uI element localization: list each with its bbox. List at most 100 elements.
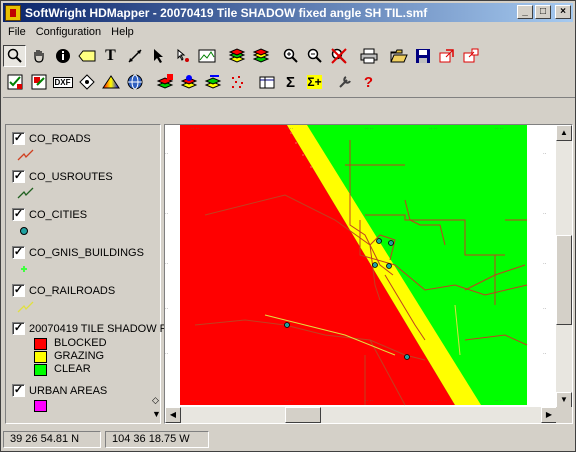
svg-text:··: ·· (543, 211, 547, 217)
sparkle-icon[interactable] (225, 71, 248, 93)
class-label-grazing: GRAZING (54, 350, 105, 362)
layers-icon[interactable] (225, 45, 248, 67)
zoom-cancel-icon[interactable] (327, 45, 350, 67)
horizontal-scroll-thumb[interactable] (285, 407, 321, 423)
swatch-grazing (34, 351, 47, 363)
menu-help[interactable]: Help (106, 26, 139, 38)
sum-plus-icon[interactable]: Σ+ (303, 71, 326, 93)
menu-file[interactable]: File (3, 26, 31, 38)
text-icon[interactable]: T (99, 45, 122, 67)
map-horizontal-scrollbar[interactable]: ◀ ▶ (165, 407, 557, 423)
legend-layer-cities[interactable]: ✓ CO_CITIES (12, 208, 87, 221)
svg-text:·· ··: ·· ·· (191, 398, 199, 404)
legend-layer-railroads[interactable]: ✓ CO_RAILROADS (12, 284, 115, 297)
help-label: ? (363, 73, 374, 91)
measure-icon[interactable] (123, 45, 146, 67)
vertical-scroll-thumb[interactable] (556, 235, 572, 325)
svg-text:··: ·· (543, 261, 547, 267)
minimize-button[interactable]: _ (517, 5, 533, 19)
pan-hand-icon[interactable] (27, 45, 50, 67)
svg-text:··: ·· (543, 306, 547, 312)
export-alt-icon[interactable] (459, 45, 482, 67)
maximize-button[interactable]: □ (535, 5, 551, 19)
svg-text:··: ·· (543, 151, 547, 157)
export-icon[interactable] (435, 45, 458, 67)
app-icon (5, 4, 21, 21)
legend-layer-urban[interactable]: ✓ URBAN AREAS (12, 384, 107, 397)
layer-name: CO_CITIES (29, 208, 88, 221)
legend-layer-buildings[interactable]: ✓ CO_GNIS_BUILDINGS (12, 246, 144, 259)
layer-name: CO_GNIS_BUILDINGS (29, 246, 144, 259)
map-vertical-scrollbar[interactable]: ▲ ▼ (556, 125, 572, 408)
print-icon[interactable] (357, 45, 380, 67)
swatch-blocked (34, 338, 47, 350)
layer-checkbox-roads[interactable]: ✓ (12, 132, 25, 145)
toolbar-secondary: DXF Σ Σ+ ? (3, 69, 381, 95)
layer-checkbox-buildings[interactable]: ✓ (12, 246, 25, 259)
scroll-corner (556, 407, 572, 423)
svg-text:··: ·· (165, 306, 169, 312)
layer-checkbox-cities[interactable]: ✓ (12, 208, 25, 221)
class-label-blocked: BLOCKED (54, 337, 107, 349)
svg-text:··: ·· (165, 351, 169, 357)
edit-layer-icon[interactable] (201, 71, 224, 93)
app-window: SoftWright HDMapper - 20070419 Tile SHAD… (0, 0, 576, 452)
svg-text:·· ··: ·· ·· (365, 398, 373, 404)
city-point-icon (20, 227, 28, 235)
scroll-down-button[interactable]: ▼ (556, 392, 572, 408)
legend-panel: ✓ CO_ROADS ✓ CO_USROUTES ✓ CO_CITIES ✓ C… (5, 124, 166, 424)
select-arrow-icon[interactable] (147, 45, 170, 67)
legend-layer-roads[interactable]: ✓ CO_ROADS (12, 132, 91, 145)
layer-checkbox-railroads[interactable]: ✓ (12, 284, 25, 297)
status-latitude: 39 26 54.81 N (3, 430, 101, 448)
close-layer-icon[interactable] (27, 71, 50, 93)
zoom-in-icon[interactable] (279, 45, 302, 67)
sum-label: Σ (285, 73, 295, 91)
dxf-icon[interactable]: DXF (51, 71, 74, 93)
svg-text:·· ··: ·· ·· (495, 398, 503, 404)
zoom-out-icon[interactable] (303, 45, 326, 67)
scroll-left-button[interactable]: ◀ (165, 407, 181, 423)
status-longitude: 104 36 18.75 W (105, 430, 209, 448)
menu-configuration[interactable]: Configuration (31, 26, 106, 38)
coverage-map[interactable]: ·· ·· ·· ·· ·· ·· ·· ·· ·· ·· ·· ·· ·· ·· ··… (165, 125, 557, 408)
menu-bar: File Configuration Help (3, 23, 139, 41)
check-icon[interactable] (3, 71, 26, 93)
scroll-up-button[interactable]: ▲ (556, 125, 572, 141)
waypoint-icon[interactable] (75, 71, 98, 93)
color-ramp-icon[interactable] (99, 71, 122, 93)
profile-icon[interactable] (195, 45, 218, 67)
legend-scroll-arrows[interactable]: ◇ ▼ (152, 393, 161, 421)
info-icon[interactable] (51, 45, 74, 67)
save-icon[interactable] (411, 45, 434, 67)
svg-text:·· ··: ·· ·· (495, 126, 503, 132)
legend-layer-tile-shadow[interactable]: ✓ 20070419 TILE SHADOW F (12, 322, 166, 335)
layers-edit-icon[interactable] (249, 45, 272, 67)
label-icon[interactable] (75, 45, 98, 67)
swatch-urban (34, 400, 47, 412)
open-folder-icon[interactable] (387, 45, 410, 67)
title-bar[interactable]: SoftWright HDMapper - 20070419 Tile SHAD… (3, 3, 573, 22)
layer-name: CO_USROUTES (29, 170, 113, 183)
svg-text:·· ··: ·· ·· (365, 126, 373, 132)
zoom-icon[interactable] (3, 45, 26, 67)
dxf-label: DXF (52, 76, 73, 88)
add-layer-icon[interactable] (153, 71, 176, 93)
sum-plus-label: Σ+ (307, 75, 322, 89)
map-view[interactable]: ·· ·· ·· ·· ·· ·· ·· ·· ·· ·· ·· ·· ·· ·· ··… (164, 124, 573, 424)
globe-icon[interactable] (123, 71, 146, 93)
layer-checkbox-urban[interactable]: ✓ (12, 384, 25, 397)
sum-icon[interactable]: Σ (279, 71, 302, 93)
table-icon[interactable] (255, 71, 278, 93)
remove-layer-icon[interactable] (177, 71, 200, 93)
layer-checkbox-usroutes[interactable]: ✓ (12, 170, 25, 183)
legend-layer-usroutes[interactable]: ✓ CO_USROUTES (12, 170, 113, 183)
help-icon[interactable]: ? (357, 71, 380, 93)
wrench-icon[interactable] (333, 71, 356, 93)
layer-checkbox-tile-shadow[interactable]: ✓ (12, 322, 25, 335)
building-point-icon (21, 266, 27, 272)
scroll-right-button[interactable]: ▶ (541, 407, 557, 423)
pick-icon[interactable] (171, 45, 194, 67)
layer-name: CO_RAILROADS (29, 284, 116, 297)
close-button[interactable]: × (555, 5, 571, 19)
